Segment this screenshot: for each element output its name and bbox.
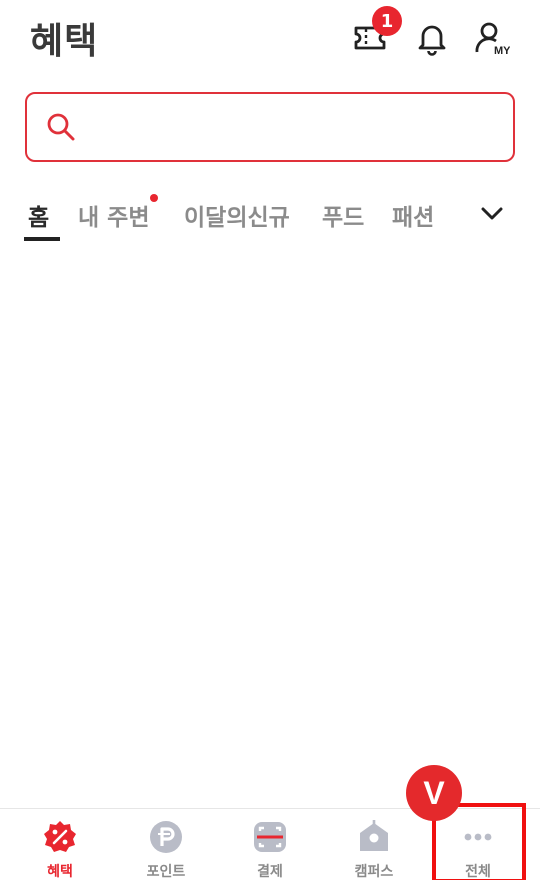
nav-label: 혜택 <box>47 864 73 880</box>
marker-badge: V <box>406 765 462 821</box>
tab-home[interactable]: 홈 <box>28 198 49 232</box>
page-title: 혜택 <box>30 21 99 62</box>
nav-label: 결제 <box>257 864 283 880</box>
my-label: MY <box>494 45 510 56</box>
nav-label: 포인트 <box>146 864 186 880</box>
nav-benefits[interactable]: 혜택 <box>6 809 114 880</box>
tab-label: 패션 <box>392 205 435 231</box>
tab-food[interactable]: 푸드 <box>322 198 364 232</box>
tab-fashion[interactable]: 패션 <box>392 198 434 232</box>
nav-campus[interactable]: 캠퍼스 <box>320 809 428 880</box>
tab-label: 푸드 <box>322 205 365 231</box>
search-icon <box>47 113 75 141</box>
point-icon <box>150 821 182 853</box>
notifications-button[interactable] <box>412 18 452 58</box>
bell-icon <box>418 25 446 56</box>
tab-label: 내 주변 <box>78 205 150 231</box>
coupon-button[interactable]: 1 <box>350 6 402 58</box>
chevron-down-icon <box>481 207 503 220</box>
tab-monthly-new[interactable]: 이달의신규 <box>184 198 290 232</box>
search-bar[interactable] <box>25 92 515 162</box>
tabs-expand-button[interactable] <box>476 198 508 230</box>
nav-payment[interactable]: 결제 <box>216 809 324 880</box>
my-account-button[interactable]: MY <box>472 18 512 58</box>
category-tabs: 홈 내 주변 이달의신규 푸드 패션 <box>0 188 540 244</box>
search-input[interactable] <box>87 94 513 160</box>
tab-label: 홈 <box>28 205 50 231</box>
active-tab-indicator <box>24 237 60 241</box>
nav-label: 캠퍼스 <box>354 864 394 880</box>
tab-nearby[interactable]: 내 주변 <box>78 194 158 232</box>
notification-badge: 1 <box>372 6 402 36</box>
tab-label: 이달의신규 <box>184 205 290 231</box>
benefit-icon <box>44 821 76 852</box>
nav-points[interactable]: 포인트 <box>112 809 220 880</box>
campus-icon <box>360 820 388 851</box>
my-account-icon: MY <box>475 22 510 56</box>
header: 혜택 1 MY <box>0 0 540 80</box>
payment-icon <box>254 822 286 852</box>
new-dot <box>149 194 158 202</box>
